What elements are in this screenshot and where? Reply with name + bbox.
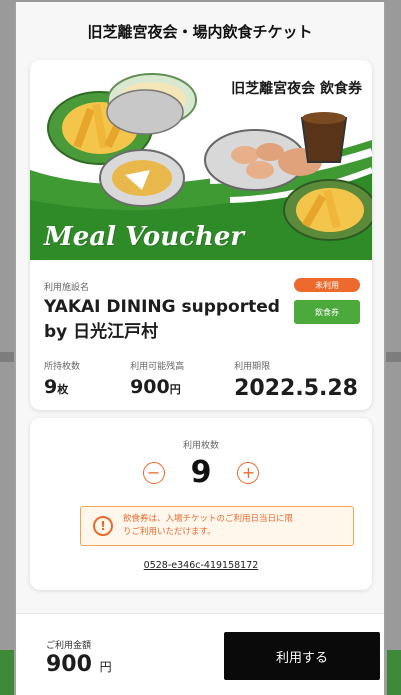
voucher-banner: 旧芝離宮夜会 飲食券 Meal Voucher bbox=[30, 60, 372, 260]
amount-unit: 円 bbox=[169, 383, 181, 396]
deadline: 利用期限 2022.5.28 bbox=[234, 359, 358, 401]
amount-value-wrap: 900円 bbox=[130, 376, 184, 398]
total-label: ご利用金額 bbox=[46, 641, 92, 651]
total-value-wrap: 900 円 bbox=[46, 652, 112, 677]
total-unit: 円 bbox=[99, 660, 112, 674]
ticket-id-link[interactable]: 0528-e346c-419158172 bbox=[30, 560, 372, 571]
footer-bar: ご利用金額 900 円 利用する bbox=[16, 613, 384, 695]
held-unit: 枚 bbox=[57, 383, 69, 396]
facility-info: 利用施設名 YAKAI DINING supported by 日光江戸村 未利… bbox=[30, 260, 372, 345]
notice-line2: りご利用いただけます。 bbox=[123, 527, 216, 537]
notice-line1: 飲食券は、入場チケットのご利用日当日に限 bbox=[123, 514, 294, 524]
meal-voucher-text: Meal Voucher bbox=[44, 222, 245, 252]
ticket-card: 旧芝離宮夜会 飲食券 Meal Voucher 利用施設名 YAKAI DINI… bbox=[30, 60, 372, 410]
available-amount: 利用可能残高 900円 bbox=[130, 359, 184, 401]
type-badge: 飲食券 bbox=[294, 300, 360, 324]
deadline-label: 利用期限 bbox=[234, 362, 271, 372]
held-count: 所持枚数 9枚 bbox=[44, 359, 80, 401]
notice-text: 飲食券は、入場チケットのご利用日当日に限 りご利用いただけます。 bbox=[123, 513, 293, 539]
background-green-left bbox=[0, 650, 14, 695]
notice-box: ! 飲食券は、入場チケットのご利用日当日に限 りご利用いただけます。 bbox=[80, 506, 354, 546]
deadline-value: 2022.5.28 bbox=[234, 376, 358, 401]
ticket-stats: 所持枚数 9枚 利用可能残高 900円 利用期限 2022.5.28 bbox=[30, 345, 372, 401]
plus-button[interactable]: + bbox=[237, 461, 260, 484]
held-value: 9 bbox=[44, 376, 58, 398]
background-green-right bbox=[387, 650, 401, 695]
amount-label: 利用可能残高 bbox=[130, 362, 185, 372]
banner-title: 旧芝離宮夜会 飲食券 bbox=[231, 81, 362, 97]
quantity-value: 9 bbox=[190, 455, 212, 490]
minus-button[interactable]: − bbox=[142, 461, 165, 484]
amount-value: 900 bbox=[130, 376, 170, 398]
warning-icon: ! bbox=[93, 516, 113, 536]
quantity-label: 利用枚数 bbox=[182, 441, 219, 451]
use-button[interactable]: 利用する bbox=[224, 632, 380, 680]
total-value: 900 bbox=[46, 652, 92, 677]
held-label: 所持枚数 bbox=[44, 362, 81, 372]
held-value-wrap: 9枚 bbox=[44, 376, 80, 398]
app-screen: 旧芝離宮夜会・場内飲食チケット 旧芝離宮夜会 飲食券 Meal Voucher … bbox=[14, 2, 386, 695]
quantity-card: 利用枚数 − 9 + ! 飲食券は、入場チケットのご利用日当日に限 りご利用いた… bbox=[30, 418, 372, 590]
quantity-stepper: − 9 + bbox=[30, 455, 372, 490]
page-title: 旧芝離宮夜会・場内飲食チケット bbox=[87, 22, 313, 41]
status-badge: 未利用 bbox=[294, 278, 360, 292]
